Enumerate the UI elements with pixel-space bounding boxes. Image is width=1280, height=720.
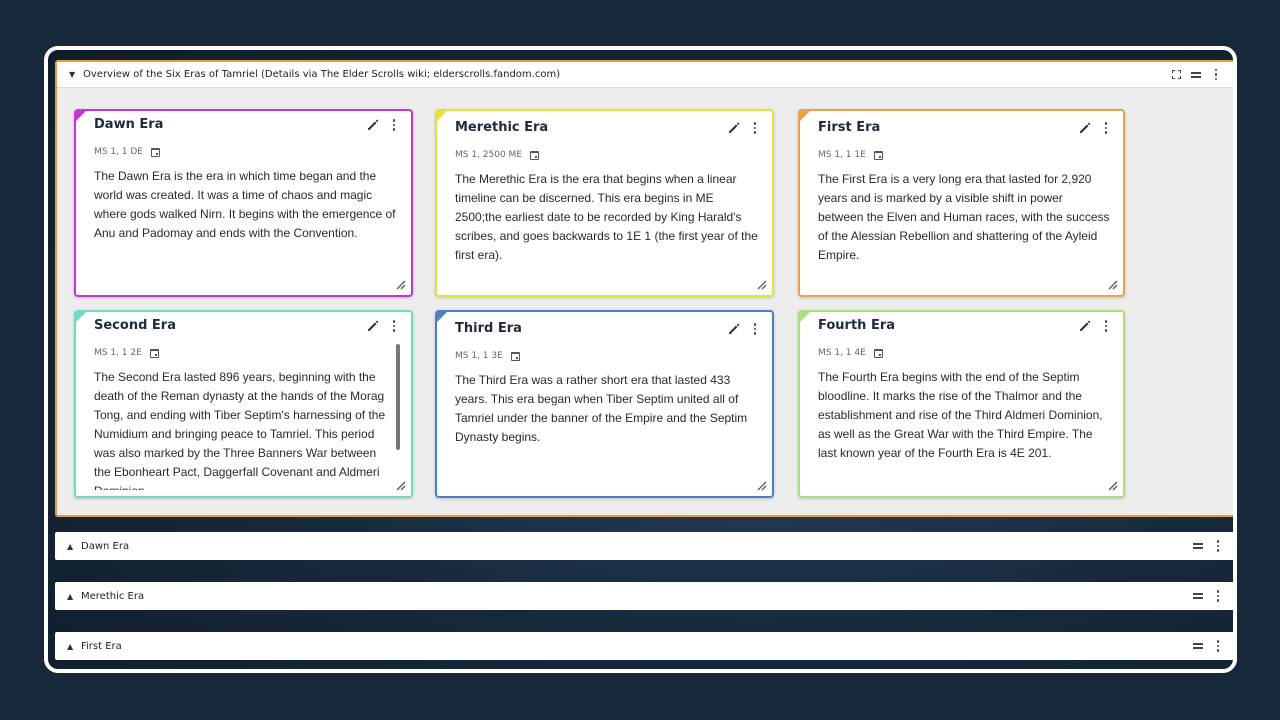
- collapse-caret-icon[interactable]: ▼: [69, 70, 83, 79]
- resize-handle-icon[interactable]: [757, 481, 767, 491]
- card-date: MS 1, 1 3E: [455, 351, 520, 361]
- edit-pencil-icon[interactable]: [367, 119, 379, 131]
- calendar-icon[interactable]: [530, 150, 540, 160]
- overview-panel-header[interactable]: ▼ Overview of the Six Eras of Tamriel (D…: [57, 62, 1233, 88]
- section-first-era[interactable]: ▲ First Era: [55, 632, 1233, 660]
- card-body: The Third Era was a rather short era tha…: [455, 373, 748, 444]
- section-title: Merethic Era: [81, 590, 145, 602]
- edit-pencil-icon[interactable]: [367, 320, 379, 332]
- overview-panel: ▼ Overview of the Six Eras of Tamriel (D…: [55, 60, 1233, 517]
- edit-pencil-icon[interactable]: [728, 323, 740, 335]
- resize-handle-icon[interactable]: [1108, 481, 1118, 491]
- drag-handle-icon[interactable]: [1192, 590, 1204, 602]
- fullscreen-icon[interactable]: [1170, 69, 1182, 81]
- card-date: MS 1, 1 4E: [818, 348, 883, 358]
- section-title: First Era: [81, 640, 122, 652]
- card-menu-icon[interactable]: [752, 323, 758, 335]
- card-body: The Fourth Era begins with the end of th…: [818, 370, 1103, 460]
- expand-caret-icon[interactable]: ▲: [67, 592, 81, 601]
- card-date: MS 1, 1 DE: [94, 147, 160, 157]
- calendar-icon[interactable]: [873, 150, 883, 160]
- card-menu-icon[interactable]: [752, 122, 758, 134]
- more-options-icon[interactable]: [1210, 68, 1222, 81]
- resize-handle-icon[interactable]: [1108, 280, 1118, 290]
- era-card-first[interactable]: First Era MS 1, 1 1E The First Era is a …: [798, 109, 1125, 297]
- calendar-icon[interactable]: [510, 351, 520, 361]
- edit-pencil-icon[interactable]: [1079, 320, 1091, 332]
- card-title: Fourth Era: [818, 318, 896, 333]
- resize-handle-icon[interactable]: [396, 280, 406, 290]
- color-corner: [76, 111, 87, 122]
- color-corner: [76, 312, 87, 323]
- drag-handle-icon[interactable]: [1192, 640, 1204, 652]
- card-title: Second Era: [94, 318, 176, 333]
- calendar-icon[interactable]: [151, 147, 160, 157]
- card-title: Merethic Era: [455, 120, 549, 135]
- era-card-second[interactable]: Second Era MS 1, 1 2E The Second Era las…: [74, 310, 413, 498]
- panel-title: Overview of the Six Eras of Tamriel (Det…: [83, 69, 561, 80]
- drag-handle-icon[interactable]: [1192, 540, 1204, 552]
- era-card-merethic[interactable]: Merethic Era MS 1, 2500 ME The Merethic …: [435, 109, 774, 297]
- card-title: Third Era: [455, 321, 522, 336]
- section-title: Dawn Era: [81, 540, 130, 552]
- card-body: The Dawn Era is the era in which time be…: [94, 169, 396, 240]
- resize-handle-icon[interactable]: [757, 280, 767, 290]
- color-corner: [800, 111, 811, 122]
- section-dawn-era[interactable]: ▲ Dawn Era: [55, 532, 1233, 560]
- section-merethic-era[interactable]: ▲ Merethic Era: [55, 582, 1233, 610]
- calendar-icon[interactable]: [873, 348, 883, 358]
- card-menu-icon[interactable]: [391, 119, 397, 131]
- color-corner: [800, 312, 811, 323]
- card-body: The Merethic Era is the era that begins …: [455, 172, 758, 262]
- expand-caret-icon[interactable]: ▲: [67, 542, 81, 551]
- era-card-fourth[interactable]: Fourth Era MS 1, 1 4E The Fourth Era beg…: [798, 310, 1125, 498]
- era-card-third[interactable]: Third Era MS 1, 1 3E The Third Era was a…: [435, 310, 774, 498]
- more-options-icon[interactable]: [1212, 640, 1224, 652]
- card-date: MS 1, 1 2E: [94, 348, 159, 358]
- drag-handle-icon[interactable]: [1190, 69, 1202, 81]
- resize-handle-icon[interactable]: [396, 481, 406, 491]
- more-options-icon[interactable]: [1212, 540, 1224, 552]
- era-card-dawn[interactable]: Dawn Era MS 1, 1 DE The Dawn Era is the …: [74, 109, 413, 297]
- card-menu-icon[interactable]: [1103, 320, 1109, 332]
- card-menu-icon[interactable]: [391, 320, 397, 332]
- card-date: MS 1, 2500 ME: [455, 150, 540, 160]
- more-options-icon[interactable]: [1212, 590, 1224, 602]
- scrollbar[interactable]: [396, 344, 400, 450]
- edit-pencil-icon[interactable]: [728, 122, 740, 134]
- app-frame: ▼ Overview of the Six Eras of Tamriel (D…: [44, 46, 1237, 673]
- card-title: First Era: [818, 120, 881, 135]
- expand-caret-icon[interactable]: ▲: [67, 642, 81, 651]
- color-corner: [437, 312, 448, 323]
- card-date: MS 1, 1 1E: [818, 150, 883, 160]
- card-title: Dawn Era: [94, 117, 164, 132]
- edit-pencil-icon[interactable]: [1079, 122, 1091, 134]
- card-body: The First Era is a very long era that la…: [818, 172, 1110, 262]
- card-body: The Second Era lasted 896 years, beginni…: [94, 370, 386, 490]
- card-menu-icon[interactable]: [1103, 122, 1109, 134]
- calendar-icon[interactable]: [149, 348, 159, 358]
- color-corner: [437, 111, 448, 122]
